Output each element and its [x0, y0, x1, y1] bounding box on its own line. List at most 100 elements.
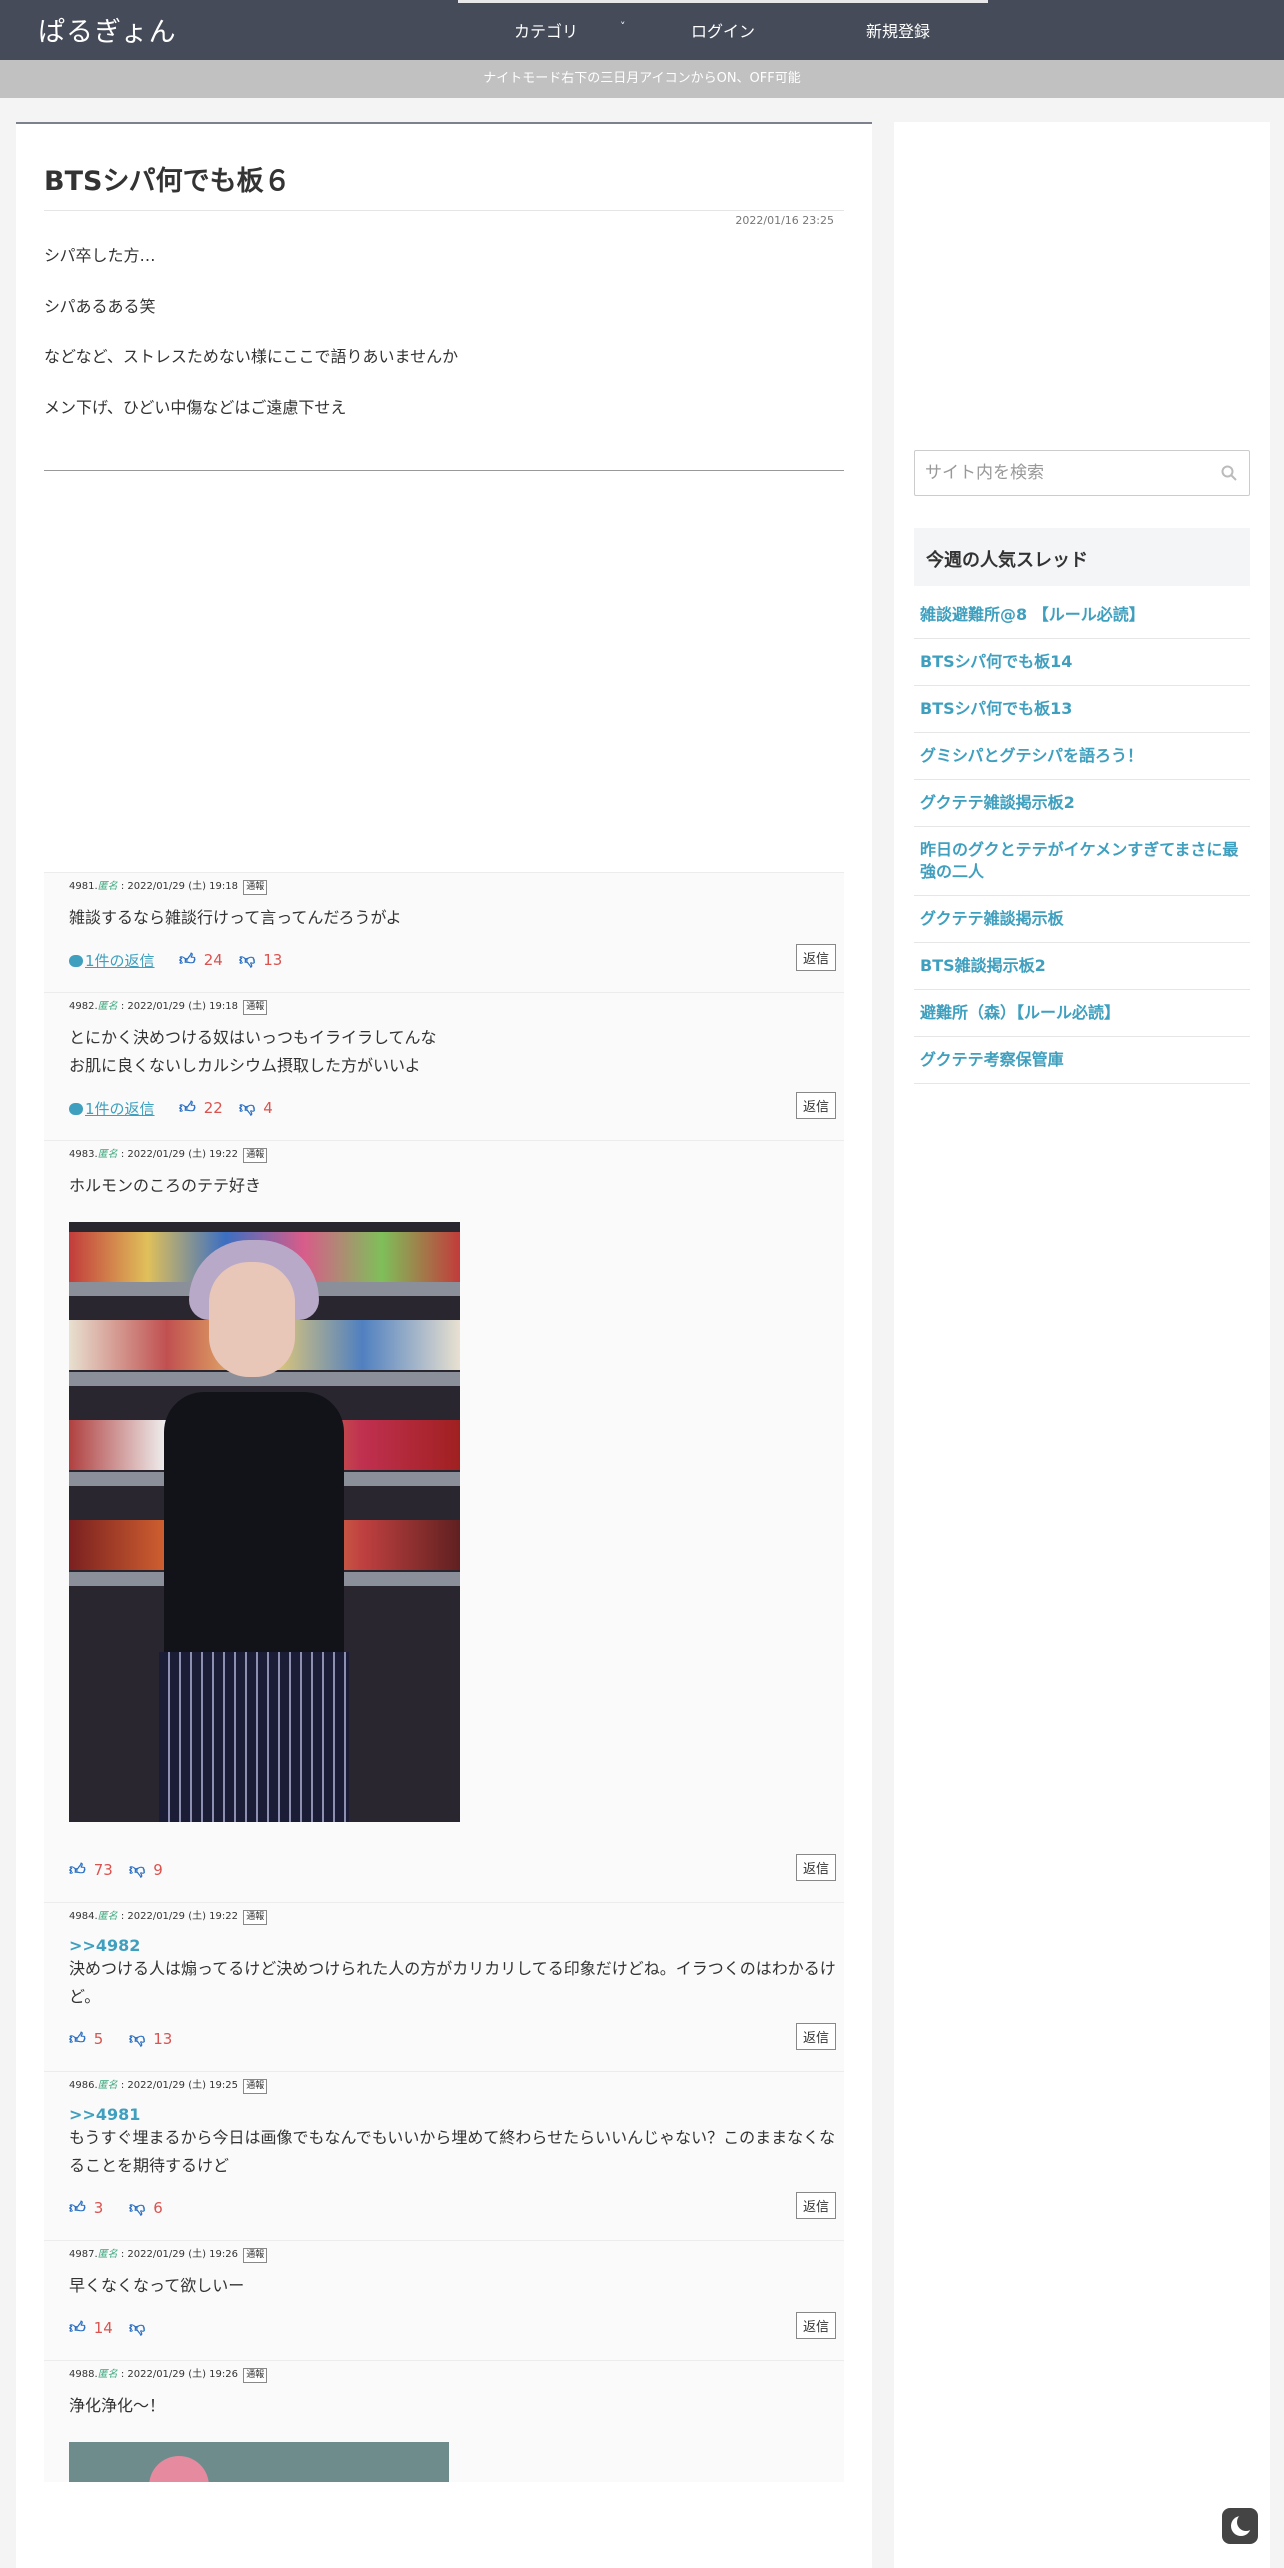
post-date: 2022/01/16 23:25	[735, 214, 834, 227]
site-logo[interactable]: ぱるぎょん	[38, 10, 177, 49]
comment-meta: 4982.匿名 : 2022/01/29 (土) 19:18 通報	[69, 998, 840, 1018]
popular-thread-link[interactable]: グミシパとグテシパを語ろう！	[914, 733, 1250, 780]
popular-thread-link[interactable]: 昨日のグクとテテがイケメンすぎてまさに最強の二人	[914, 827, 1250, 896]
report-button[interactable]: 通報	[243, 880, 268, 895]
report-button[interactable]: 通報	[243, 1000, 268, 1015]
comment: 4982.匿名 : 2022/01/29 (土) 19:18 通報 とにかく決め…	[44, 992, 844, 1140]
comment: 4988.匿名 : 2022/01/29 (土) 19:26 通報 浄化浄化〜！	[44, 2360, 844, 2482]
comment-text: 浄化浄化〜！	[69, 2396, 166, 2415]
replies-count: 1件の返信	[85, 952, 155, 970]
comment-author: 匿名	[97, 1149, 118, 1160]
comment-author: 匿名	[97, 2249, 118, 2260]
nav-category[interactable]: カテゴリ	[514, 18, 578, 42]
comment-author: 匿名	[97, 881, 118, 892]
reply-anchor-link[interactable]: >>4981	[69, 2105, 840, 2124]
popular-thread-link[interactable]: 避難所（森）【ルール必読】	[914, 990, 1250, 1037]
reply-button[interactable]: 返信	[795, 2192, 836, 2219]
downvote[interactable]: 👎︎ 4	[239, 1098, 273, 1118]
moon-icon-cutout	[1237, 2513, 1255, 2531]
upvote[interactable]: 👍︎ 3	[69, 2198, 103, 2218]
downvote[interactable]: 👎︎ 13	[239, 950, 282, 970]
photo-figure	[164, 1392, 344, 1672]
comment-date: 2022/01/29 (土) 19:22	[127, 1149, 238, 1160]
comment-number: 4987.	[69, 2249, 98, 2260]
comment-meta: 4987.匿名 : 2022/01/29 (土) 19:26 通報	[69, 2246, 840, 2266]
upvote-count: 3	[93, 2199, 104, 2217]
downvote[interactable]: 👎︎ 6	[129, 2198, 163, 2218]
page-title: BTSシパ何でも板６	[44, 166, 291, 197]
thumbs-down-icon: 👎︎	[129, 2198, 146, 2217]
photo-detail	[149, 2456, 209, 2482]
comment-author: 匿名	[97, 1911, 118, 1922]
comment-date: 2022/01/29 (土) 19:18	[127, 1001, 238, 1012]
photo-figure	[209, 1262, 295, 1377]
comment-photo[interactable]	[69, 2442, 449, 2482]
thumbs-up-icon: 👍︎	[69, 2198, 86, 2217]
comment: 4984.匿名 : 2022/01/29 (土) 19:22 通報 >>4982…	[44, 1902, 844, 2071]
upvote[interactable]: 👍︎ 24	[179, 950, 223, 970]
comment-date: 2022/01/29 (土) 19:26	[127, 2369, 238, 2380]
reply-button[interactable]: 返信	[795, 1092, 836, 1119]
report-button[interactable]: 通報	[243, 1148, 268, 1163]
reply-button[interactable]: 返信	[795, 2312, 836, 2339]
popular-thread-link[interactable]: BTS雑談掲示板2	[914, 943, 1250, 990]
report-button[interactable]: 通報	[243, 2248, 268, 2263]
top-bar: ぱるぎょん カテゴリ ˅ ログイン 新規登録	[0, 0, 1284, 60]
thumbs-down-icon: 👎︎	[239, 1098, 256, 1117]
comment-text: 決めつける人は煽ってるけど決めつけられた人の方がカリカリしてる印象だけどね。イラ…	[69, 1959, 836, 2006]
upvote[interactable]: 👍︎ 5	[69, 2029, 103, 2049]
replies-link[interactable]: 1件の返信	[69, 1098, 155, 1119]
sidebar: 今週の人気スレッド 雑談避難所@8 【ルール必読】 BTSシパ何でも板14 BT…	[894, 122, 1270, 2568]
upvote[interactable]: 👍︎ 22	[179, 1098, 223, 1118]
comment-text: 早くなくなって欲しいー	[69, 2276, 245, 2295]
comment-date: 2022/01/29 (土) 19:22	[127, 1911, 238, 1922]
comment-actions: 1件の返信 👍︎ 22 👎︎ 4 返信	[69, 1080, 840, 1140]
thumbs-up-icon: 👍︎	[179, 950, 196, 969]
upvote[interactable]: 👍︎ 14	[69, 2318, 113, 2338]
nav-login[interactable]: ログイン	[691, 18, 755, 42]
popular-threads-list: 雑談避難所@8 【ルール必読】 BTSシパ何でも板14 BTSシパ何でも板13 …	[914, 592, 1250, 1084]
search-input[interactable]	[925, 451, 1205, 495]
replies-count: 1件の返信	[85, 1100, 155, 1118]
upvote[interactable]: 👍︎ 73	[69, 1860, 113, 1880]
report-button[interactable]: 通報	[243, 2079, 268, 2094]
downvote-count: 4	[263, 1099, 273, 1117]
popular-thread-link[interactable]: グクテテ雑談掲示板2	[914, 780, 1250, 827]
downvote-count: 13	[153, 2030, 173, 2048]
thumbs-up-icon: 👍︎	[179, 1098, 196, 1117]
popular-thread-link[interactable]: BTSシパ何でも板14	[914, 639, 1250, 686]
post-divider	[44, 470, 844, 471]
reply-button[interactable]: 返信	[795, 1854, 836, 1881]
comment-author: 匿名	[97, 1001, 118, 1012]
comment: 4987.匿名 : 2022/01/29 (土) 19:26 通報 早くなくなっ…	[44, 2240, 844, 2360]
reply-anchor-link[interactable]: >>4982	[69, 1936, 840, 1955]
search-icon[interactable]	[1221, 465, 1237, 481]
popular-thread-link[interactable]: グクテテ雑談掲示板	[914, 896, 1250, 943]
comment-actions: 👍︎ 14 👎︎ 返信	[69, 2300, 840, 2360]
comment-number: 4988.	[69, 2369, 98, 2380]
replies-link[interactable]: 1件の返信	[69, 950, 155, 971]
upvote-count: 5	[93, 2030, 104, 2048]
night-mode-toggle[interactable]	[1222, 2508, 1258, 2544]
downvote[interactable]: 👎︎	[129, 2318, 153, 2338]
upvote-count: 14	[93, 2319, 113, 2337]
post-body-line: シパ卒した方…	[44, 246, 156, 265]
report-button[interactable]: 通報	[243, 2368, 268, 2383]
post-body-line: などなど、ストレスためない様にここで語りあいませんか	[44, 347, 459, 366]
downvote[interactable]: 👎︎ 9	[129, 1860, 163, 1880]
comment-number: 4981.	[69, 881, 98, 892]
comment-meta: 4983.匿名 : 2022/01/29 (土) 19:22 通報	[69, 1146, 840, 1166]
nav-register[interactable]: 新規登録	[866, 18, 930, 42]
reply-button[interactable]: 返信	[795, 2023, 836, 2050]
downvote[interactable]: 👎︎ 13	[129, 2029, 172, 2049]
comment-photo[interactable]	[69, 1222, 460, 1822]
popular-thread-link[interactable]: グクテテ考察保管庫	[914, 1037, 1250, 1084]
reply-button[interactable]: 返信	[795, 944, 836, 971]
thumbs-up-icon: 👍︎	[69, 1860, 86, 1879]
popular-thread-link[interactable]: 雑談避難所@8 【ルール必読】	[914, 592, 1250, 639]
report-button[interactable]: 通報	[243, 1910, 268, 1925]
chevron-down-icon[interactable]: ˅	[620, 20, 626, 33]
comment-actions: 1件の返信 👍︎ 24 👎︎ 13 返信	[69, 932, 840, 992]
popular-thread-link[interactable]: BTSシパ何でも板13	[914, 686, 1250, 733]
comment-author: 匿名	[97, 2080, 118, 2091]
